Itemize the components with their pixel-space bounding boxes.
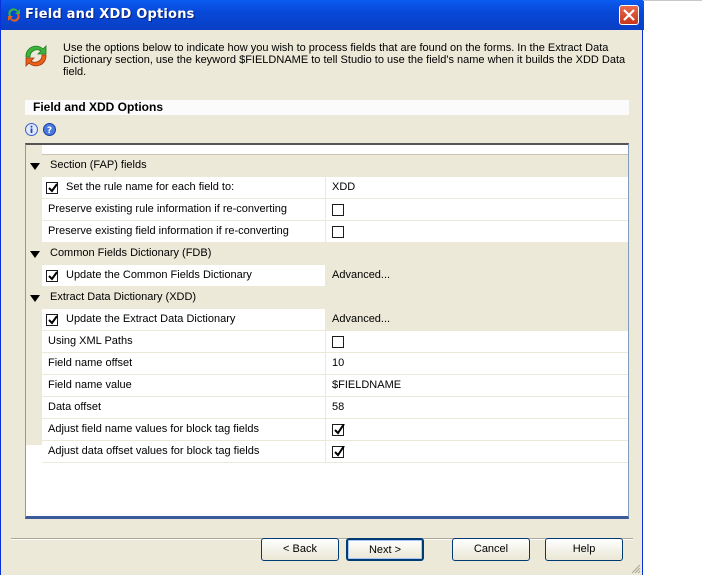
next-button[interactable]: Next > [346,538,424,561]
property-name-cell: Adjust data offset values for block tag … [42,441,326,463]
property-name-cell: Data offset [42,397,326,419]
property-value-cell[interactable]: 10 [326,353,628,375]
field-name-value[interactable]: $FIELDNAME [332,379,401,391]
category-label: Common Fields Dictionary (FDB) [50,247,212,259]
property-label: Preserve existing field information if r… [48,225,289,237]
property-label: Data offset [48,401,101,413]
xml-paths-checkbox[interactable] [332,336,344,348]
property-value-cell[interactable] [326,221,628,243]
property-grid: Section (FAP) fields Set the rule name f… [25,143,629,519]
property-value-cell[interactable]: $FIELDNAME [326,375,628,397]
property-row[interactable]: Update the Extract Data Dictionary Advan… [26,309,628,331]
property-name-cell: Field name offset [42,353,326,375]
advanced-button-label: Advanced... [332,269,391,281]
property-label: Update the Extract Data Dictionary [66,313,236,325]
property-row[interactable]: Adjust field name values for block tag f… [26,419,628,441]
property-value-cell[interactable] [326,441,628,463]
svg-text:?: ? [47,126,52,136]
property-label: Set the rule name for each field to: [66,181,235,193]
property-row[interactable]: Field name value $FIELDNAME [26,375,628,397]
intro-description: Use the options below to indicate how yo… [63,42,626,78]
field-name-offset-value[interactable]: 10 [332,357,344,369]
background-edge-line [643,0,702,1]
property-name-cell: Preserve existing field information if r… [42,221,326,243]
checkmark-icon [48,315,58,325]
property-label: Field name value [48,379,132,391]
checkmark-icon [48,271,58,281]
property-name-cell: Adjust field name values for block tag f… [42,419,326,441]
property-value-cell[interactable] [326,419,628,441]
adjust-field-name-checkbox[interactable] [332,424,345,436]
title-bar[interactable]: Field and XDD Options [1,0,644,30]
checkmark-icon [334,424,345,435]
property-name-cell: Update the Common Fields Dictionary [42,265,326,287]
checkmark-icon [334,446,345,457]
update-fdb-checkbox[interactable] [46,270,58,282]
convert-icon [25,45,47,67]
property-label: Preserve existing rule information if re… [48,203,288,215]
property-row[interactable]: Set the rule name for each field to: XDD [26,177,628,199]
property-name-cell: Set the rule name for each field to: [42,177,326,199]
close-button[interactable] [619,5,639,25]
property-label: Field name offset [48,357,133,369]
category-row-fap[interactable]: Section (FAP) fields [26,155,628,177]
adjust-data-offset-checkbox[interactable] [332,446,345,458]
close-icon [623,9,635,21]
collapse-triangle-icon[interactable] [30,163,40,170]
advanced-fdb-button[interactable]: Advanced... [326,265,628,287]
back-button[interactable]: < Back [261,538,339,561]
collapse-triangle-icon[interactable] [30,295,40,302]
checkmark-icon [48,183,58,193]
category-label: Section (FAP) fields [50,159,147,171]
property-row[interactable]: Field name offset 10 [26,353,628,375]
property-row[interactable]: Adjust data offset values for block tag … [26,441,628,463]
grid-header-row [42,145,628,155]
property-label: Adjust field name values for block tag f… [48,423,259,435]
advanced-button-label: Advanced... [332,313,391,325]
property-value-cell[interactable]: 58 [326,397,628,419]
help-button[interactable]: Help [545,538,623,561]
collapse-triangle-icon[interactable] [30,251,40,258]
app-icon [8,8,20,22]
dialog-window: Field and XDD Options Use the options be… [0,0,644,575]
category-row-xdd[interactable]: Extract Data Dictionary (XDD) [26,287,628,309]
property-row[interactable]: Data offset 58 [26,397,628,419]
resize-grip-icon[interactable] [629,562,641,574]
category-row-fdb[interactable]: Common Fields Dictionary (FDB) [26,243,628,265]
property-label: Adjust data offset values for block tag … [48,445,260,457]
panel-title: Field and XDD Options [25,100,629,115]
cancel-button[interactable]: Cancel [452,538,530,561]
help-icon[interactable]: ? [43,123,56,136]
property-value[interactable]: XDD [332,181,355,193]
property-name-cell: Preserve existing rule information if re… [42,199,326,221]
property-value-cell[interactable]: XDD [326,177,628,199]
property-name-cell: Update the Extract Data Dictionary [42,309,326,331]
property-row[interactable]: Using XML Paths [26,331,628,353]
advanced-xdd-button[interactable]: Advanced... [326,309,628,331]
preserve-rule-checkbox[interactable] [332,204,344,216]
property-row[interactable]: Preserve existing field information if r… [26,221,628,243]
property-name-cell: Field name value [42,375,326,397]
property-value-cell[interactable] [326,331,628,353]
property-label: Update the Common Fields Dictionary [66,269,252,281]
info-icon[interactable] [25,123,38,136]
property-name-cell: Using XML Paths [42,331,326,353]
property-label: Using XML Paths [48,335,133,347]
update-xdd-checkbox[interactable] [46,314,58,326]
rule-name-checkbox[interactable] [46,182,58,194]
preserve-field-checkbox[interactable] [332,226,344,238]
property-value-cell[interactable] [326,199,628,221]
property-row[interactable]: Preserve existing rule information if re… [26,199,628,221]
window-title: Field and XDD Options [25,7,195,22]
property-row[interactable]: Update the Common Fields Dictionary Adva… [26,265,628,287]
data-offset-value[interactable]: 58 [332,401,344,413]
category-label: Extract Data Dictionary (XDD) [50,291,197,303]
dialog-content: Use the options below to indicate how yo… [1,30,642,575]
